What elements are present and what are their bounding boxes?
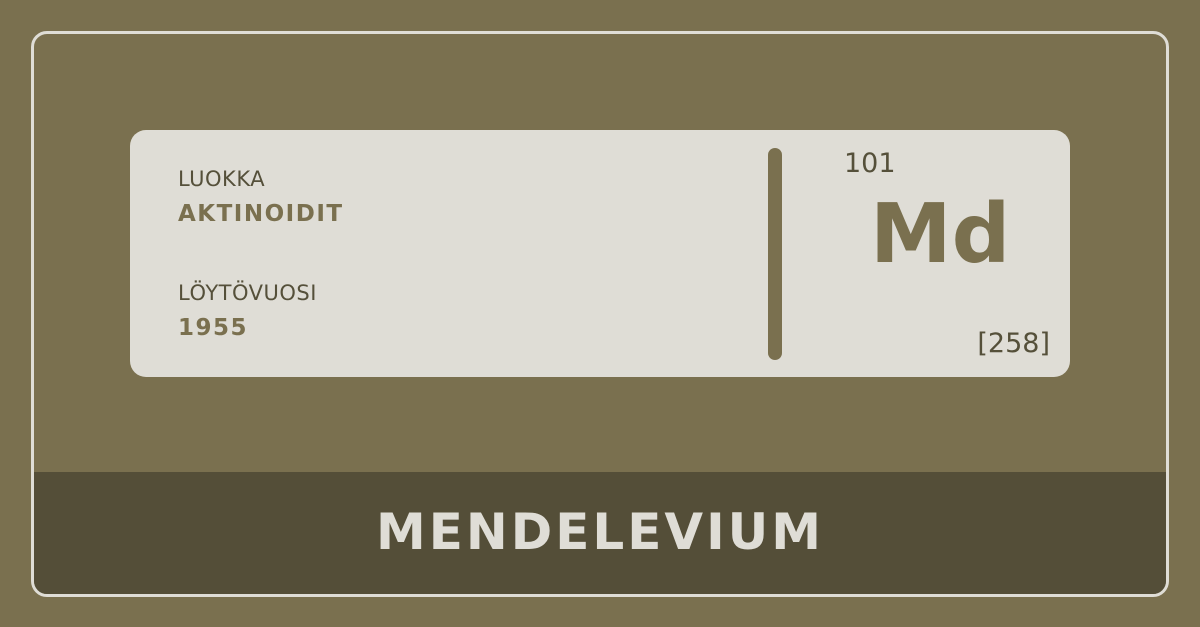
vertical-divider [768,148,782,360]
element-symbol: Md [870,187,1011,282]
element-name: MENDELEVIUM [375,503,825,561]
atomic-number: 101 [844,148,896,179]
atomic-mass: [258] [977,328,1050,359]
discovery-year-label: LÖYTÖVUOSI [178,281,317,305]
element-frame: LUOKKA AKTINOIDIT LÖYTÖVUOSI 1955 101 Md… [31,31,1169,597]
element-card: LUOKKA AKTINOIDIT LÖYTÖVUOSI 1955 101 Md… [130,130,1070,377]
element-name-band: MENDELEVIUM [34,472,1166,594]
category-value: AKTINOIDIT [178,201,344,227]
discovery-year-value: 1955 [178,315,249,341]
category-label: LUOKKA [178,167,266,191]
